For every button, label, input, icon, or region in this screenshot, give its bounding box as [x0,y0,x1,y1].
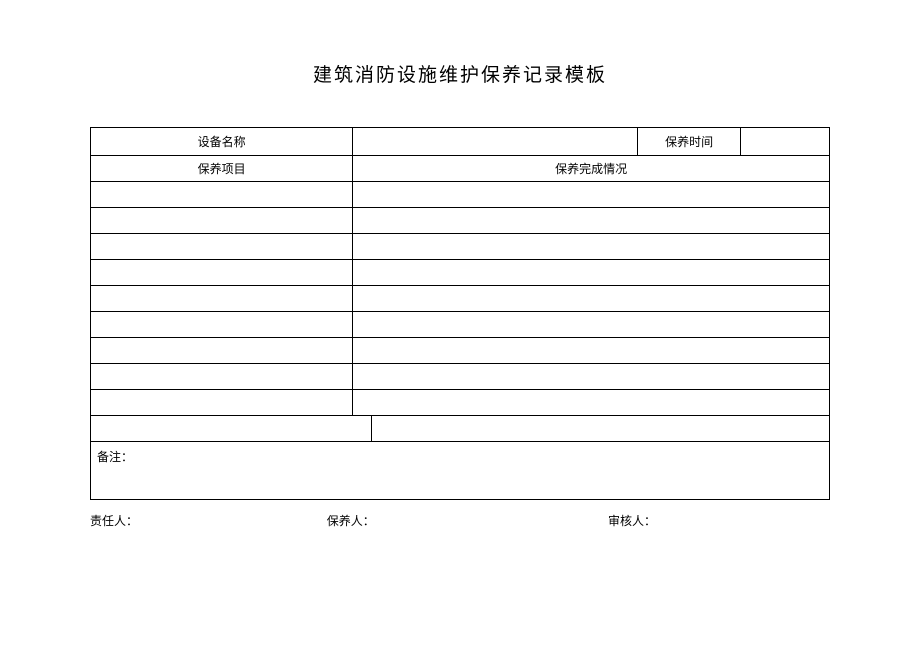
item-cell [91,286,353,312]
status-cell [353,208,830,234]
item-cell [91,182,353,208]
status-cell [353,260,830,286]
equipment-name-value [353,128,638,156]
table-row [91,364,830,390]
header-equipment-name: 设备名称 [91,128,353,156]
header-maintenance-time: 保养时间 [637,128,740,156]
maintenance-time-value [741,128,830,156]
document-page: 建筑消防设施维护保养记录模板 设备名称 保养时间 保养项目 保养完成情况 [0,0,920,569]
header-maintenance-item: 保养项目 [91,156,353,182]
header-completion-status: 保养完成情况 [353,156,830,182]
maintenance-record-table: 设备名称 保养时间 保养项目 保养完成情况 备注： [90,127,830,500]
table-row [91,260,830,286]
item-cell [91,390,353,416]
table-row [91,338,830,364]
table-row [91,390,830,416]
item-cell [91,208,353,234]
notes-cell: 备注： [91,442,830,500]
signature-maintainer: 保养人： [327,512,608,529]
item-cell [91,338,353,364]
item-cell [91,260,353,286]
signature-responsible: 责任人： [90,512,327,529]
item-cell [91,234,353,260]
table-header-row-1: 设备名称 保养时间 [91,128,830,156]
status-cell [353,312,830,338]
table-row [91,234,830,260]
signature-line: 责任人： 保养人： 审核人： [90,512,830,529]
signature-reviewer: 审核人： [608,512,830,529]
item-cell [91,416,372,442]
table-header-row-2: 保养项目 保养完成情况 [91,156,830,182]
status-cell [371,416,829,442]
table-row [91,312,830,338]
notes-row: 备注： [91,442,830,500]
status-cell [353,364,830,390]
page-title: 建筑消防设施维护保养记录模板 [90,60,830,87]
table-row [91,208,830,234]
status-cell [353,182,830,208]
status-cell [353,234,830,260]
table-row [91,286,830,312]
item-cell [91,312,353,338]
notes-label: 备注： [97,450,133,464]
item-cell [91,364,353,390]
table-row [91,416,830,442]
table-row [91,182,830,208]
status-cell [353,286,830,312]
status-cell [353,338,830,364]
status-cell [353,390,830,416]
